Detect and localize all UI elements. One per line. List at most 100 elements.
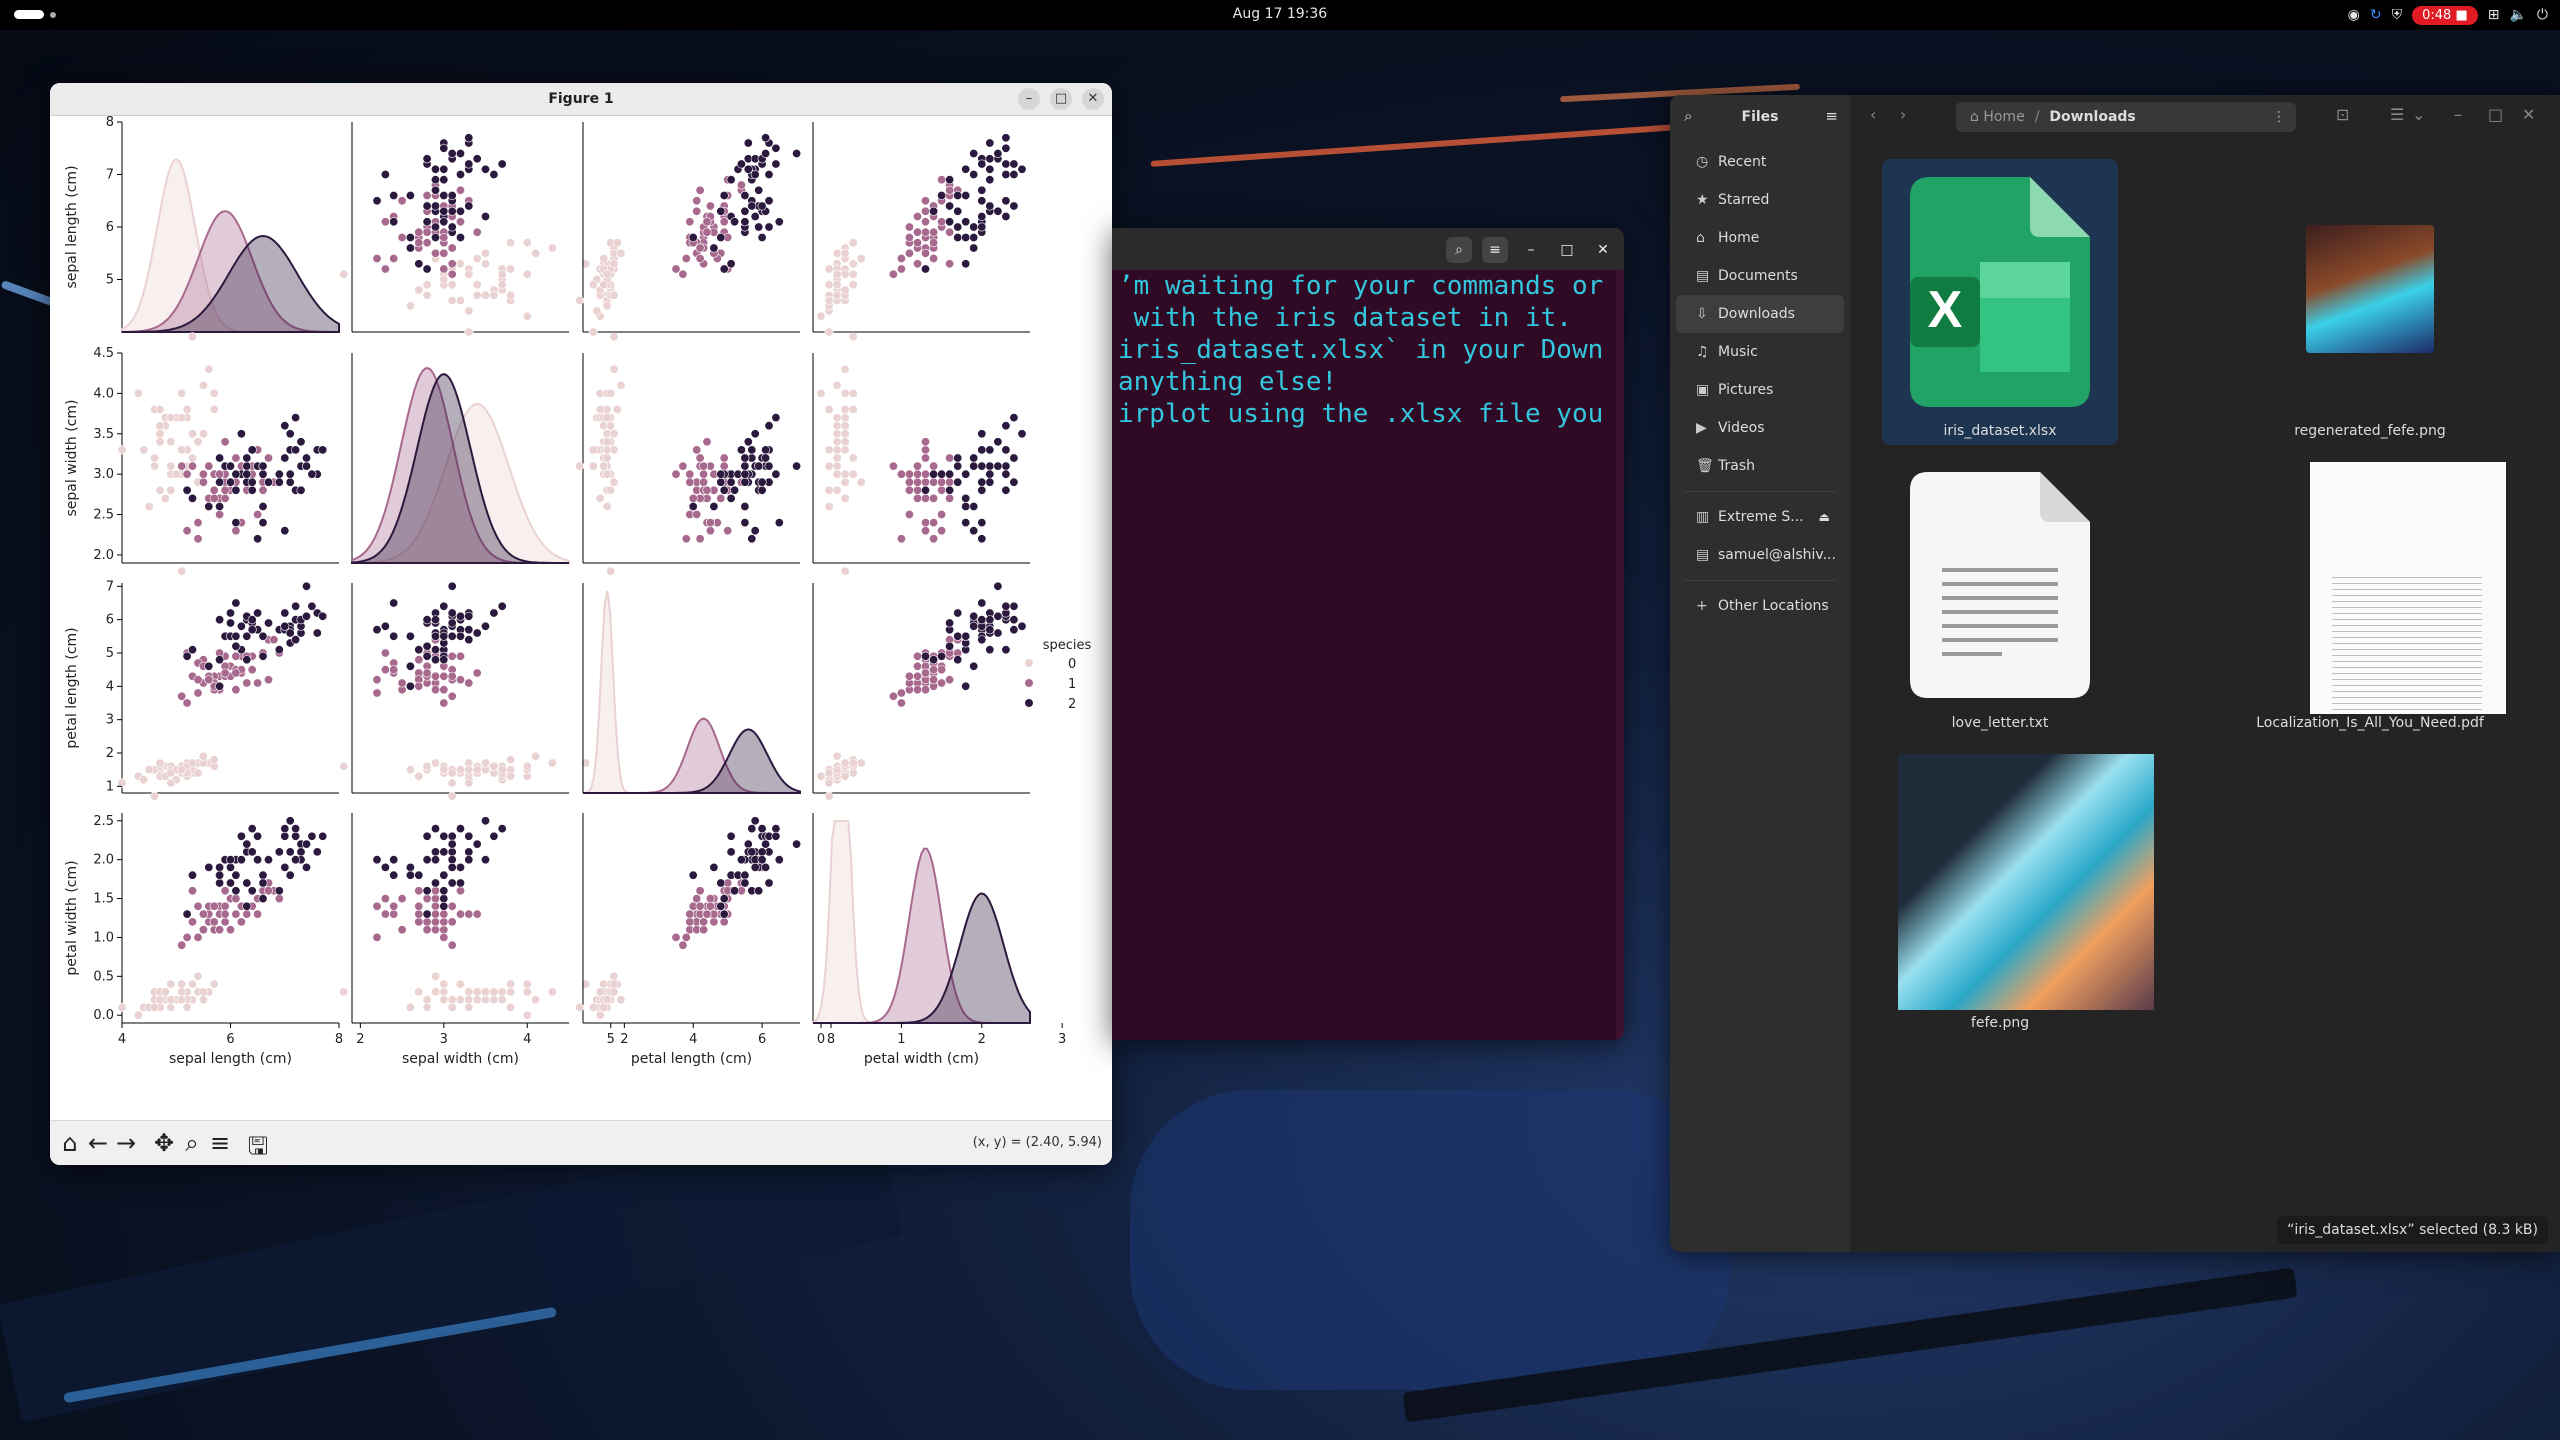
scatter-point bbox=[209, 979, 219, 989]
scatter-point bbox=[595, 404, 605, 414]
scatter-point bbox=[439, 206, 449, 216]
discord-icon[interactable]: ◉ bbox=[2348, 7, 2360, 23]
screen-recording-indicator[interactable]: 0:48 ■ bbox=[2412, 5, 2478, 25]
scatter-point bbox=[977, 477, 987, 487]
menu-icon[interactable]: ≡ bbox=[1482, 237, 1508, 263]
pan-icon[interactable]: ✥ bbox=[150, 1129, 178, 1157]
back-arrow-icon[interactable]: ← bbox=[84, 1129, 112, 1157]
close-button[interactable]: ✕ bbox=[1082, 88, 1104, 110]
breadcrumb-current[interactable]: Downloads bbox=[2049, 109, 2135, 125]
y-axis-label: petal width (cm) bbox=[64, 860, 80, 975]
scatter-point bbox=[740, 206, 750, 216]
power-icon[interactable]: ⏻ bbox=[2537, 7, 2548, 23]
scatter-point bbox=[464, 765, 474, 775]
sidebar-item-music[interactable]: ♫ Music bbox=[1676, 333, 1844, 371]
scatter-point bbox=[215, 870, 225, 880]
scatter-point bbox=[747, 847, 757, 857]
configure-subplots-icon[interactable]: ≡ bbox=[206, 1129, 234, 1157]
close-button[interactable]: ✕ bbox=[2522, 105, 2535, 124]
scatter-point bbox=[969, 611, 979, 621]
sync-icon[interactable]: ↻ bbox=[2370, 7, 2382, 23]
system-tray[interactable]: ◉ ↻ ⛨ 0:48 ■ ⊞ 🔈 ⏻ bbox=[2348, 4, 2548, 26]
clock[interactable]: Aug 17 19:36 bbox=[0, 6, 2560, 22]
scatter-point bbox=[912, 238, 922, 248]
scatter-point bbox=[177, 566, 187, 576]
minimize-button[interactable]: – bbox=[1518, 237, 1544, 263]
scatter-point bbox=[904, 671, 914, 681]
scatter-point bbox=[699, 925, 709, 935]
scatter-point bbox=[447, 296, 457, 306]
scatter-point bbox=[182, 909, 192, 919]
maximize-button[interactable]: □ bbox=[2488, 105, 2503, 124]
minimize-button[interactable]: – bbox=[2454, 105, 2462, 124]
scatter-point bbox=[920, 217, 930, 227]
file-item-pdf[interactable]: Localization_Is_All_You_Need.pdf bbox=[2230, 460, 2510, 740]
file-item-xlsx[interactable]: X iris_dataset.xlsx bbox=[1882, 159, 2118, 445]
maximize-button[interactable]: □ bbox=[1050, 88, 1072, 110]
sidebar-item-pictures[interactable]: ▣ Pictures bbox=[1676, 371, 1844, 409]
minimize-button[interactable]: – bbox=[1018, 88, 1040, 110]
file-item-regenerated-png[interactable]: regenerated_fefe.png bbox=[2252, 159, 2488, 445]
sidebar-item-starred[interactable]: ★ Starred bbox=[1676, 181, 1844, 219]
shield-icon[interactable]: ⛨ bbox=[2392, 7, 2403, 23]
figure-titlebar[interactable]: Figure 1 – □ ✕ bbox=[50, 83, 1112, 116]
save-icon[interactable]: 🖫 bbox=[244, 1129, 272, 1165]
back-icon[interactable]: ‹ bbox=[1870, 105, 1876, 124]
eject-icon[interactable]: ⏏ bbox=[1819, 498, 1830, 536]
search-icon[interactable]: ⌕ bbox=[1446, 237, 1472, 263]
scatter-point bbox=[848, 404, 858, 414]
scatter-point bbox=[209, 901, 219, 911]
close-button[interactable]: ✕ bbox=[1590, 237, 1616, 263]
maximize-button[interactable]: □ bbox=[1554, 237, 1580, 263]
sidebar-item-downloads[interactable]: ⇩ Downloads bbox=[1676, 295, 1844, 333]
scatter-point bbox=[750, 862, 760, 872]
scatter-point bbox=[430, 615, 440, 625]
forward-icon[interactable]: › bbox=[1900, 105, 1906, 124]
sidebar-item-videos[interactable]: ▶ Videos bbox=[1676, 409, 1844, 447]
sidebar-item-recent[interactable]: ◷ Recent bbox=[1676, 143, 1844, 181]
terminal-titlebar[interactable]: ⌕ ≡ – □ ✕ bbox=[1112, 228, 1624, 270]
scatter-point bbox=[761, 445, 771, 455]
scatter-point bbox=[455, 878, 465, 888]
file-item-txt[interactable]: love_letter.txt bbox=[1882, 460, 2118, 740]
forward-arrow-icon[interactable]: → bbox=[112, 1129, 140, 1157]
more-options-icon[interactable]: ⋮ bbox=[2272, 102, 2286, 132]
scatter-point bbox=[599, 1002, 609, 1012]
scatter-point bbox=[692, 509, 702, 519]
scatter-point bbox=[182, 526, 192, 536]
breadcrumb-home[interactable]: ⌂ Home bbox=[1970, 109, 2025, 125]
scatter-point bbox=[985, 201, 995, 211]
zoom-icon[interactable]: ⌕ bbox=[178, 1129, 206, 1157]
scatter-point bbox=[840, 285, 850, 295]
x-tick-label: 4 bbox=[118, 1032, 126, 1047]
x-tick-label: 6 bbox=[226, 1032, 234, 1047]
scatter-point bbox=[588, 327, 598, 337]
sidebar-item-other-locations[interactable]: + Other Locations bbox=[1676, 587, 1844, 625]
sidebar-item-trash[interactable]: 🗑 Trash bbox=[1676, 447, 1844, 485]
home-icon[interactable]: ⌂ bbox=[56, 1129, 84, 1157]
volume-icon[interactable]: 🔈 bbox=[2509, 7, 2526, 23]
scatter-point bbox=[405, 233, 415, 243]
scatter-point bbox=[575, 461, 585, 471]
scatter-point bbox=[430, 909, 440, 919]
scatter-point bbox=[1009, 159, 1019, 169]
sidebar-item-drive[interactable]: ▥ Extreme S... ⏏ bbox=[1676, 498, 1844, 536]
breadcrumb[interactable]: ⌂ Home / Downloads ⋮ bbox=[1956, 102, 2296, 132]
scatter-point bbox=[155, 995, 165, 1005]
network-icon[interactable]: ⊞ bbox=[2488, 7, 2500, 23]
scatter-point bbox=[414, 886, 424, 896]
scatter-point bbox=[757, 233, 767, 243]
terminal-scrollbar[interactable] bbox=[1616, 270, 1624, 1040]
sidebar-item-home[interactable]: ⌂ Home bbox=[1676, 219, 1844, 257]
new-folder-icon[interactable]: ⊡ bbox=[2336, 105, 2349, 124]
menu-icon[interactable]: ≡ bbox=[1825, 107, 1838, 125]
scatter-point bbox=[236, 429, 246, 439]
view-options-icon[interactable]: ⌄ bbox=[2412, 105, 2425, 124]
terminal-output[interactable]: ’m waiting for your commands or with the… bbox=[1118, 270, 1614, 1040]
scatter-point bbox=[920, 493, 930, 503]
sidebar-item-documents[interactable]: ▤ Documents bbox=[1676, 257, 1844, 295]
view-list-icon[interactable]: ☰ bbox=[2390, 105, 2404, 124]
scatter-point bbox=[716, 493, 726, 503]
file-item-fefe-png[interactable]: fefe.png bbox=[1882, 750, 2154, 1040]
sidebar-item-network-share[interactable]: ▤ samuel@alshiv... bbox=[1676, 536, 1844, 574]
